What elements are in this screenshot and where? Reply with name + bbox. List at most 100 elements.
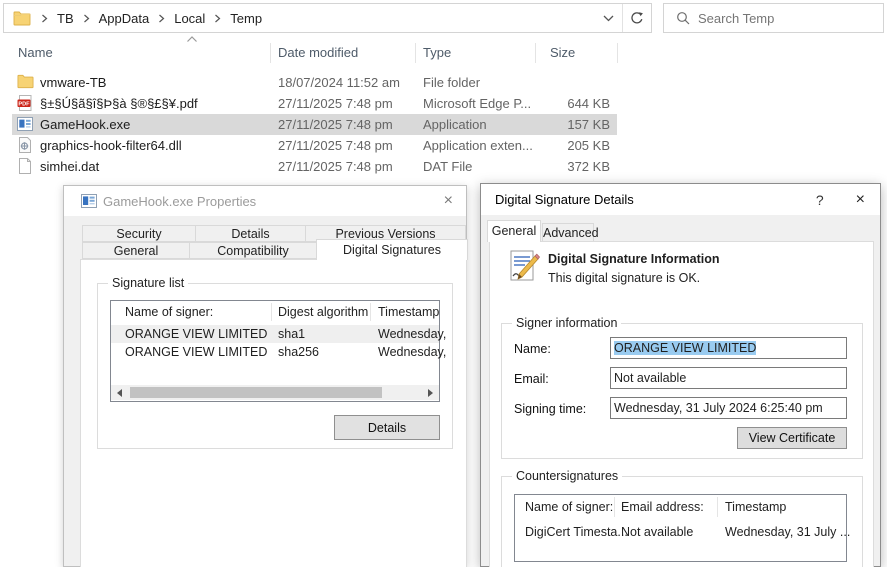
application-window-icon (64, 194, 97, 208)
file-type: Microsoft Edge P... (423, 96, 532, 111)
tab-details[interactable]: Details (195, 225, 306, 242)
file-size: 644 KB (567, 96, 610, 111)
file-type: Application (423, 117, 487, 132)
file-type: File folder (423, 75, 481, 90)
properties-titlebar[interactable]: GameHook.exe Properties × (64, 186, 466, 216)
pdf-file-icon: PDF (17, 95, 32, 111)
folder-icon (17, 74, 34, 89)
help-icon[interactable]: ? (816, 192, 824, 208)
countersigner-name: DigiCert Timesta... (525, 525, 628, 539)
scroll-right-icon[interactable] (423, 385, 439, 400)
signature-info-heading: Digital Signature Information (548, 252, 720, 266)
svg-text:PDF: PDF (18, 101, 30, 107)
signature-row[interactable]: ORANGE VIEW LIMITED sha256 Wednesday, (111, 343, 446, 361)
chevron-down-icon (603, 15, 613, 21)
signed-document-icon (509, 250, 541, 289)
breadcrumb-item-appdata[interactable]: AppData (95, 11, 154, 26)
column-divider (271, 303, 272, 321)
tab-advanced[interactable]: Advanced (542, 223, 599, 242)
col-timestamp[interactable]: Timestamp (378, 301, 439, 323)
column-header-size[interactable]: Size (550, 45, 575, 60)
signature-list-table: Name of signer: Digest algorithm Timesta… (110, 300, 446, 402)
file-type: Application exten... (423, 138, 533, 153)
properties-dialog: GameHook.exe Properties × Security Detai… (63, 185, 468, 567)
col-timestamp[interactable]: Timestamp (725, 495, 786, 519)
countersignatures-group: Countersignatures Name of signer: Email … (501, 469, 863, 567)
breadcrumb-item-tb[interactable]: TB (53, 11, 78, 26)
breadcrumb-item-local[interactable]: Local (170, 11, 209, 26)
col-name-of-signer[interactable]: Name of signer: (125, 301, 213, 323)
file-modified: 27/11/2025 7:48 pm (278, 96, 393, 111)
folder-icon (4, 11, 36, 26)
tab-compatibility[interactable]: Compatibility (189, 242, 317, 259)
file-size: 205 KB (567, 138, 610, 153)
signature-status-text: This digital signature is OK. (548, 271, 701, 285)
timestamp: Wednesday, (378, 345, 447, 359)
file-modified: 27/11/2025 7:48 pm (278, 138, 393, 153)
signing-time-field[interactable]: Wednesday, 31 July 2024 6:25:40 pm (610, 397, 847, 419)
details-button[interactable]: Details (334, 415, 440, 440)
view-certificate-button[interactable]: View Certificate (737, 427, 847, 449)
sort-ascending-icon (187, 36, 197, 42)
column-divider (415, 43, 416, 63)
countersignatures-table: Name of signer: Email address: Timestamp… (514, 494, 850, 562)
column-header-type[interactable]: Type (423, 45, 451, 60)
close-icon[interactable]: × (824, 191, 880, 208)
refresh-button[interactable] (623, 4, 651, 32)
tab-security[interactable]: Security (82, 225, 196, 242)
file-row[interactable]: graphics-hook-filter64.dll 27/11/2025 7:… (0, 135, 620, 156)
countersignatures-label: Countersignatures (512, 469, 623, 483)
tab-general[interactable]: General (82, 242, 190, 259)
file-type: DAT File (423, 159, 473, 174)
col-email-address[interactable]: Email address: (621, 495, 704, 519)
file-modified: 18/07/2024 11:52 am (278, 75, 400, 90)
column-divider (717, 497, 718, 517)
column-header-name[interactable]: Name (18, 45, 53, 60)
search-icon (664, 11, 698, 25)
countersignature-row[interactable]: DigiCert Timesta... Not available Wednes… (515, 522, 850, 542)
search-input[interactable] (698, 10, 883, 26)
scrollbar-thumb[interactable] (130, 387, 382, 398)
email-field[interactable]: Not available (610, 367, 847, 389)
column-divider (270, 43, 271, 63)
address-dropdown-button[interactable] (594, 4, 622, 32)
tab-digital-signatures[interactable]: Digital Signatures (316, 239, 468, 260)
column-divider (617, 43, 618, 63)
close-icon[interactable]: × (444, 193, 466, 209)
col-name-of-signer[interactable]: Name of signer: (525, 495, 613, 519)
breadcrumb-separator-icon (78, 14, 95, 23)
signing-time-value: Wednesday, 31 July 2024 6:25:40 pm (614, 401, 823, 415)
name-field[interactable]: ORANGE VIEW LIMITED (610, 337, 847, 359)
file-name: graphics-hook-filter64.dll (40, 138, 182, 153)
column-header-row: Name Date modified Type Size (0, 36, 887, 66)
screen: TB AppData Local Temp Name Date modified… (0, 0, 887, 567)
col-digest-algorithm[interactable]: Digest algorithm (278, 301, 368, 323)
tab-general[interactable]: General (487, 220, 541, 242)
file-row[interactable]: simhei.dat 27/11/2025 7:48 pm DAT File 3… (0, 156, 620, 177)
file-name: simhei.dat (40, 159, 100, 174)
file-row[interactable]: PDF §±§Ú§ã§î§Þ§à §®§£§¥.pdf 27/11/2025 7… (0, 93, 620, 114)
signer-name: ORANGE VIEW LIMITED (125, 327, 268, 341)
search-box[interactable] (663, 3, 884, 33)
scroll-left-icon[interactable] (111, 385, 127, 400)
signer-name: ORANGE VIEW LIMITED (125, 345, 268, 359)
breadcrumb-separator-icon (209, 14, 226, 23)
signature-details-titlebar[interactable]: Digital Signature Details ? × (481, 184, 880, 215)
file-row[interactable]: vmware-TB 18/07/2024 11:52 am File folde… (0, 72, 620, 93)
dat-file-icon (19, 158, 31, 174)
column-divider (614, 497, 615, 517)
signature-details-title: Digital Signature Details (495, 192, 634, 207)
digest-algorithm: sha1 (278, 327, 306, 341)
signature-list-group: Signature list Name of signer: Digest al… (97, 276, 453, 449)
signature-row[interactable]: ORANGE VIEW LIMITED sha1 Wednesday, (111, 325, 446, 343)
horizontal-scrollbar[interactable] (111, 385, 439, 400)
column-header-modified[interactable]: Date modified (278, 45, 358, 60)
file-modified: 27/11/2025 7:48 pm (278, 117, 393, 132)
file-row-selected[interactable]: GameHook.exe 27/11/2025 7:48 pm Applicat… (0, 114, 620, 135)
countersigner-email: Not available (621, 525, 694, 539)
name-value: ORANGE VIEW LIMITED (614, 341, 757, 355)
timestamp: Wednesday, (378, 327, 447, 341)
breadcrumb-item-temp[interactable]: Temp (226, 11, 266, 26)
address-bar[interactable]: TB AppData Local Temp (3, 3, 652, 33)
file-size: 372 KB (567, 159, 610, 174)
